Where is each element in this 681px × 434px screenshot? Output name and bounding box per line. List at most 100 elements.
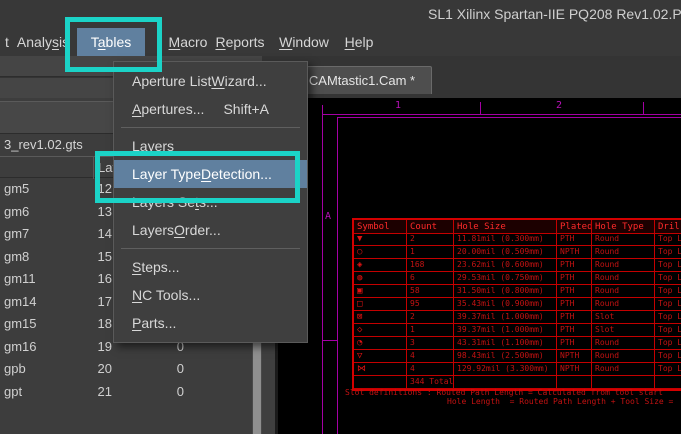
drill-plated: PTH bbox=[557, 259, 592, 272]
drill-hole-type: Round bbox=[592, 298, 655, 311]
drill-layer-pair: Top L bbox=[655, 363, 681, 376]
layer-number: 12 bbox=[60, 181, 112, 196]
drill-symbol-icon: ◈ bbox=[354, 259, 407, 272]
ruler-tick-2 bbox=[643, 102, 644, 115]
drill-plated: PTH bbox=[557, 337, 592, 350]
drill-layer-pair: Top L bbox=[655, 324, 681, 337]
drill-layer-pair: Top L bbox=[655, 272, 681, 285]
drill-layer-pair: Top L bbox=[655, 259, 681, 272]
layer-name: gpb bbox=[4, 361, 26, 376]
ruler-hline bbox=[322, 114, 681, 115]
drill-hole-size: 20.00mil (0.509mm) bbox=[454, 246, 557, 259]
drill-hole-type: Round bbox=[592, 259, 655, 272]
drill-count: 4 bbox=[407, 350, 454, 363]
layer-row-gpb[interactable]: gpb 20 0 bbox=[0, 358, 252, 381]
menu-item-apertures[interactable]: Apertures...Shift+A bbox=[114, 95, 307, 123]
layer-name: gm14 bbox=[4, 294, 37, 309]
window-title: SL1 Xilinx Spartan-IIE PQ208 Rev1.02.P bbox=[428, 6, 681, 22]
menubar-item-help[interactable]: Help bbox=[342, 28, 376, 56]
cad-canvas[interactable]: 1 2 A SymbolCountHole SizePlatedHole Typ… bbox=[278, 98, 681, 434]
drill-count: 4 bbox=[407, 363, 454, 376]
layer-name: gm15 bbox=[4, 316, 37, 331]
menu-item-layers[interactable]: Layers bbox=[114, 132, 307, 160]
drill-symbol-icon: ⊠ bbox=[354, 311, 407, 324]
layer-name: gm6 bbox=[4, 204, 29, 219]
drill-count: 58 bbox=[407, 285, 454, 298]
layer-number: 16 bbox=[60, 271, 112, 286]
drill-hole-size: 11.81mil (0.300mm) bbox=[454, 233, 557, 246]
drill-hole-type: Round bbox=[592, 233, 655, 246]
menubar-item-reports[interactable]: Reports bbox=[214, 28, 266, 56]
layer-number: 13 bbox=[60, 204, 112, 219]
menu-item-layers-sets[interactable]: Layers Sets... bbox=[114, 188, 307, 216]
drill-layer-pair: Top L bbox=[655, 298, 681, 311]
layer-row-gpt[interactable]: gpt210 bbox=[0, 381, 252, 404]
menubar-item-analysis[interactable]: Analysis bbox=[16, 28, 70, 56]
slot-note-line-1: Slot definitions : Routed Path Length = … bbox=[345, 388, 663, 397]
zone-number-1: 1 bbox=[395, 100, 401, 111]
layer-name: gm5 bbox=[4, 181, 29, 196]
title-bar: SL1 Xilinx Spartan-IIE PQ208 Rev1.02.P bbox=[0, 0, 681, 28]
drill-symbol-icon: ⋈ bbox=[354, 363, 407, 376]
layer-count: 0 bbox=[130, 361, 184, 376]
drill-symbol-icon: ◇ bbox=[354, 324, 407, 337]
drill-header-hole-type: Hole Type bbox=[592, 220, 655, 234]
drill-symbol-icon: □ bbox=[354, 298, 407, 311]
drill-hole-type: Round bbox=[592, 285, 655, 298]
layer-number: 18 bbox=[60, 316, 112, 331]
drill-count: 168 bbox=[407, 259, 454, 272]
layer-number: 20 bbox=[60, 361, 112, 376]
zone-letter-a: A bbox=[325, 211, 331, 222]
drill-layer-pair: Top L bbox=[655, 311, 681, 324]
drill-layer-pair: Top L bbox=[655, 337, 681, 350]
drill-hole-type: Slot bbox=[592, 311, 655, 324]
menu-item-aperture-list-wizard[interactable]: Aperture List Wizard... bbox=[114, 67, 307, 95]
drill-symbol-icon: ▣ bbox=[354, 285, 407, 298]
layer-number: 14 bbox=[60, 226, 112, 241]
drill-symbol-icon: ◍ bbox=[354, 272, 407, 285]
frame-outer-vline bbox=[322, 105, 323, 434]
drill-hole-type: Round bbox=[592, 350, 655, 363]
drill-symbol-icon: ◔ bbox=[354, 337, 407, 350]
menubar-item-t[interactable]: t bbox=[2, 28, 12, 56]
menu-shortcut: Shift+A bbox=[223, 95, 269, 123]
frame-inner-vline bbox=[337, 117, 338, 434]
drill-layer-pair: Top L bbox=[655, 350, 681, 363]
layer-name: gm16 bbox=[4, 339, 37, 354]
drill-plated: PTH bbox=[557, 298, 592, 311]
menu-item-layer-type-detection[interactable]: Layer Type Detection... bbox=[114, 160, 307, 188]
menu-separator bbox=[121, 127, 300, 128]
drill-header-hole-size: Hole Size bbox=[454, 220, 557, 234]
drill-plated: PTH bbox=[557, 285, 592, 298]
drill-plated: PTH bbox=[557, 311, 592, 324]
drill-count: 6 bbox=[407, 272, 454, 285]
drill-hole-size: 129.92mil (3.300mm) bbox=[454, 363, 557, 376]
menu-bar: tAnalysisTables MacroReports Window Help bbox=[0, 28, 681, 56]
menu-item-nc-tools[interactable]: NC Tools... bbox=[114, 281, 307, 309]
drill-symbol-icon: ▽ bbox=[354, 350, 407, 363]
drill-header-plated: Plated bbox=[557, 220, 592, 234]
layer-name: gm8 bbox=[4, 249, 29, 264]
ruler-tick-1 bbox=[480, 102, 481, 115]
zone-divider bbox=[322, 340, 338, 341]
app-window: SL1 Xilinx Spartan-IIE PQ208 Rev1.02.P t… bbox=[0, 0, 681, 434]
menubar-item-window[interactable]: Window bbox=[276, 28, 332, 56]
document-tab[interactable]: CAMtastic1.Cam * bbox=[292, 66, 432, 94]
menu-item-parts[interactable]: Parts... bbox=[114, 309, 307, 337]
layer-count: 0 bbox=[130, 384, 184, 399]
layer-name: gm7 bbox=[4, 226, 29, 241]
menu-item-steps[interactable]: Steps... bbox=[114, 253, 307, 281]
layer-number: 17 bbox=[60, 294, 112, 309]
drill-count: 2 bbox=[407, 233, 454, 246]
layer-number: 15 bbox=[60, 249, 112, 264]
menubar-item-macro[interactable]: Macro bbox=[165, 28, 211, 56]
drill-count: 1 bbox=[407, 246, 454, 259]
drill-hole-size: 39.37mil (1.000mm) bbox=[454, 324, 557, 337]
drill-plated: NPTH bbox=[557, 350, 592, 363]
drill-layer-pair: Top L bbox=[655, 246, 681, 259]
layer-number: 19 bbox=[60, 339, 112, 354]
drill-count: 1 bbox=[407, 324, 454, 337]
drill-layer-pair: Top L bbox=[655, 233, 681, 246]
menu-item-layers-order[interactable]: Layers Order... bbox=[114, 216, 307, 244]
menubar-item-tables[interactable]: Tables bbox=[77, 28, 145, 56]
